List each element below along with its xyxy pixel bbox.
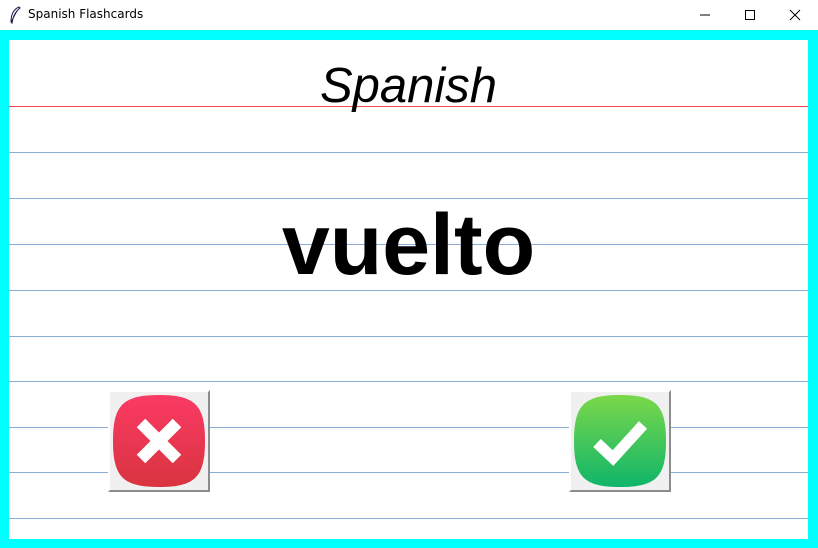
close-button[interactable]: [772, 0, 818, 30]
ruled-line: [9, 152, 808, 153]
check-icon: [574, 395, 666, 487]
ruled-line: [9, 336, 808, 337]
feather-icon: [10, 6, 21, 24]
maximize-icon: [745, 10, 755, 20]
cross-icon: [113, 395, 205, 487]
title-bar: Spanish Flashcards: [0, 0, 818, 30]
wrong-button[interactable]: [108, 390, 210, 492]
window-title: Spanish Flashcards: [28, 7, 144, 21]
flashcard: Spanish vuelto: [9, 40, 808, 539]
right-button[interactable]: [569, 390, 671, 492]
minimize-icon: [700, 14, 710, 16]
language-title: Spanish: [319, 59, 498, 113]
flashcard-word: vuelto: [281, 197, 536, 293]
maximize-button[interactable]: [727, 0, 773, 30]
minimize-button[interactable]: [682, 0, 728, 30]
ruled-line: [9, 518, 808, 519]
close-icon: [789, 9, 801, 21]
ruled-line: [9, 381, 808, 382]
